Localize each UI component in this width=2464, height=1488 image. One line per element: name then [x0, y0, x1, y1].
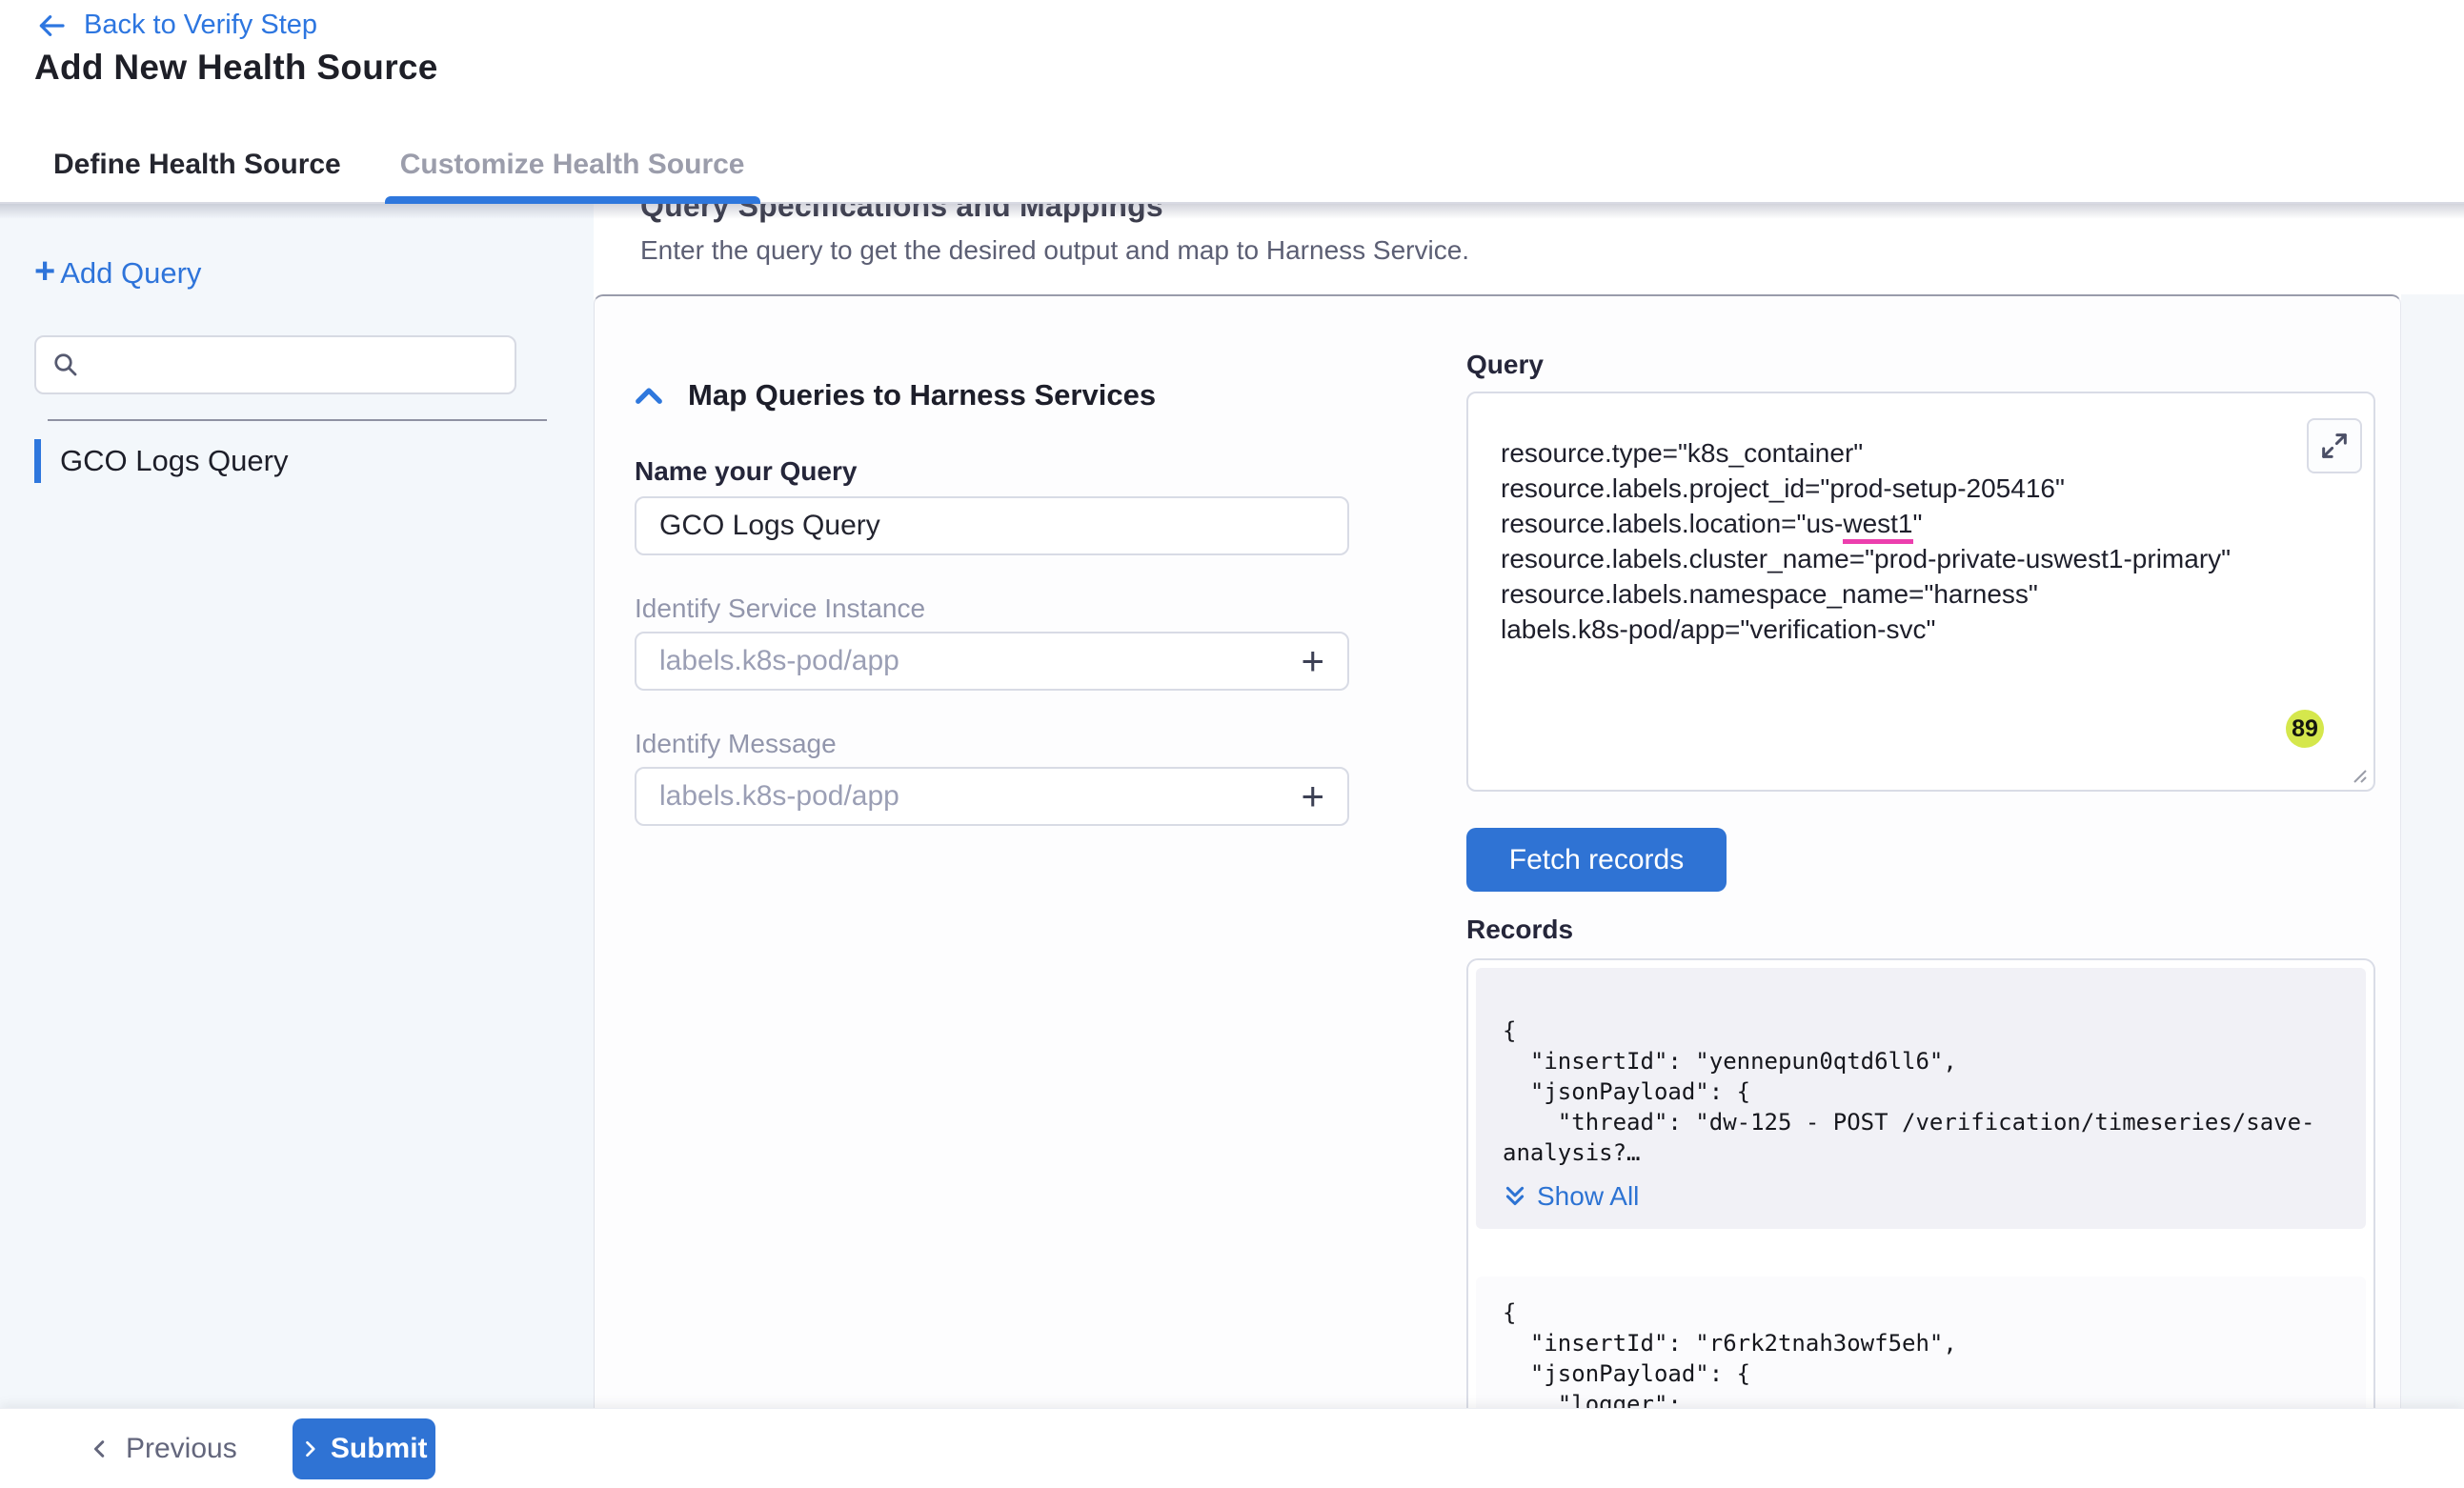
map-queries-heading: Map Queries to Harness Services	[688, 378, 1156, 412]
query-line: resource.labels.namespace_name="harness"	[1501, 579, 2038, 609]
message-field[interactable]: labels.k8s-pod/app +	[635, 767, 1349, 826]
sidebar-divider	[48, 419, 547, 421]
record-json-line: "insertId": "r6rk2tnah3owf5eh",	[1503, 1328, 2366, 1358]
query-line: resource.type="k8s_container"	[1501, 438, 1863, 468]
double-chevron-down-icon	[1503, 1184, 1527, 1209]
query-item-label: GCO Logs Query	[60, 444, 288, 478]
query-textarea[interactable]: resource.type="k8s_container" resource.l…	[1466, 392, 2375, 792]
query-mapping-card: Map Queries to Harness Services Name you…	[594, 294, 2401, 1408]
record-item: { "insertId": "yennepun0qtd6ll6", "jsonP…	[1476, 968, 2366, 1229]
search-icon	[51, 351, 80, 379]
chevron-right-icon	[300, 1438, 319, 1460]
query-sidebar: + Add Query GCO Logs Query	[0, 204, 594, 1408]
identify-service-instance-label: Identify Service Instance	[635, 593, 1349, 624]
record-json-line: "insertId": "yennepun0qtd6ll6",	[1503, 1046, 2366, 1076]
selected-indicator-bar	[34, 439, 41, 483]
query-name-field[interactable]: GCO Logs Query	[635, 496, 1349, 555]
submit-label: Submit	[331, 1433, 428, 1465]
query-search-box[interactable]	[34, 335, 516, 394]
record-item: { "insertId": "r6rk2tnah3owf5eh", "jsonP…	[1476, 1277, 2366, 1408]
add-message-plus-icon[interactable]: +	[1301, 776, 1324, 816]
query-editor-column: Query resource.type="k8s_container" reso…	[1466, 350, 2375, 1408]
tab-customize-health-source[interactable]: Customize Health Source	[385, 127, 760, 202]
records-label: Records	[1466, 915, 2375, 945]
record-json-line: "thread": "dw-125 - POST /verification/t…	[1503, 1107, 2366, 1137]
records-container[interactable]: { "insertId": "yennepun0qtd6ll6", "jsonP…	[1466, 958, 2375, 1408]
record-json-line: {	[1503, 1015, 2366, 1046]
service-instance-placeholder: labels.k8s-pod/app	[659, 645, 899, 677]
back-link-label: Back to Verify Step	[84, 10, 317, 41]
section-header: Query Specifications and Mappings Enter …	[594, 204, 2464, 294]
section-heading: Query Specifications and Mappings	[640, 204, 2464, 224]
chevron-left-icon	[90, 1437, 111, 1461]
wizard-tabbar: Define Health Source Customize Health So…	[0, 127, 2464, 204]
page-title: Add New Health Source	[34, 48, 438, 88]
textarea-resize-handle[interactable]	[2346, 762, 2369, 785]
right-gutter	[2401, 294, 2464, 1408]
chevron-up-icon	[635, 386, 663, 405]
spellcheck-marked-text: west1	[1843, 509, 1912, 544]
previous-button[interactable]: Previous	[84, 1432, 243, 1466]
add-service-instance-plus-icon[interactable]: +	[1301, 641, 1324, 681]
previous-label: Previous	[126, 1433, 237, 1465]
page-header: Back to Verify Step Add New Health Sourc…	[0, 0, 2464, 127]
plus-icon: +	[34, 253, 55, 290]
sidebar-item-gco-logs-query[interactable]: GCO Logs Query	[34, 438, 559, 484]
submit-button[interactable]: Submit	[293, 1418, 435, 1479]
section-description: Enter the query to get the desired outpu…	[640, 235, 2464, 266]
record-json-line: "jsonPayload": {	[1503, 1358, 2366, 1389]
query-line: resource.labels.location="us-west1"	[1501, 506, 2335, 541]
service-instance-field[interactable]: labels.k8s-pod/app +	[635, 632, 1349, 691]
query-label: Query	[1466, 350, 2375, 380]
char-count-badge: 89	[2286, 710, 2324, 748]
map-queries-collapse-toggle[interactable]: Map Queries to Harness Services	[635, 378, 1156, 412]
record-json-line: analysis?…	[1503, 1137, 2366, 1168]
query-line: labels.k8s-pod/app="verification-svc"	[1501, 614, 1935, 644]
query-line: resource.labels.cluster_name="prod-priva…	[1501, 544, 2231, 573]
query-name-value: GCO Logs Query	[659, 510, 880, 542]
wizard-footer: Previous Submit	[0, 1408, 2464, 1488]
fullscreen-expand-icon	[2318, 430, 2351, 462]
back-arrow-icon	[34, 10, 69, 41]
add-query-label: Add Query	[60, 256, 201, 291]
show-all-link[interactable]: Show All	[1503, 1181, 1639, 1212]
message-placeholder: labels.k8s-pod/app	[659, 780, 899, 813]
fetch-records-button[interactable]: Fetch records	[1466, 828, 1727, 892]
show-all-label: Show All	[1537, 1181, 1639, 1212]
expand-query-button[interactable]	[2307, 418, 2362, 473]
query-line: resource.labels.project_id="prod-setup-2…	[1501, 473, 2065, 503]
search-input[interactable]	[91, 349, 499, 381]
tab-customize-label: Customize Health Source	[400, 149, 745, 181]
record-json-line: "logger":	[1503, 1389, 2366, 1408]
wizard-body: + Add Query GCO Logs Query Query Specifi…	[0, 204, 2464, 1408]
name-your-query-label: Name your Query	[635, 456, 1349, 487]
mapping-form: Map Queries to Harness Services Name you…	[635, 378, 1349, 826]
identify-message-label: Identify Message	[635, 729, 1349, 759]
tab-define-health-source[interactable]: Define Health Source	[38, 127, 356, 202]
add-query-button[interactable]: + Add Query	[34, 255, 201, 292]
main-content: Query Specifications and Mappings Enter …	[594, 204, 2464, 1408]
back-to-verify-step-link[interactable]: Back to Verify Step	[34, 10, 317, 41]
record-json-line: {	[1503, 1297, 2366, 1328]
record-json-line: "jsonPayload": {	[1503, 1076, 2366, 1107]
tab-define-label: Define Health Source	[53, 149, 341, 181]
